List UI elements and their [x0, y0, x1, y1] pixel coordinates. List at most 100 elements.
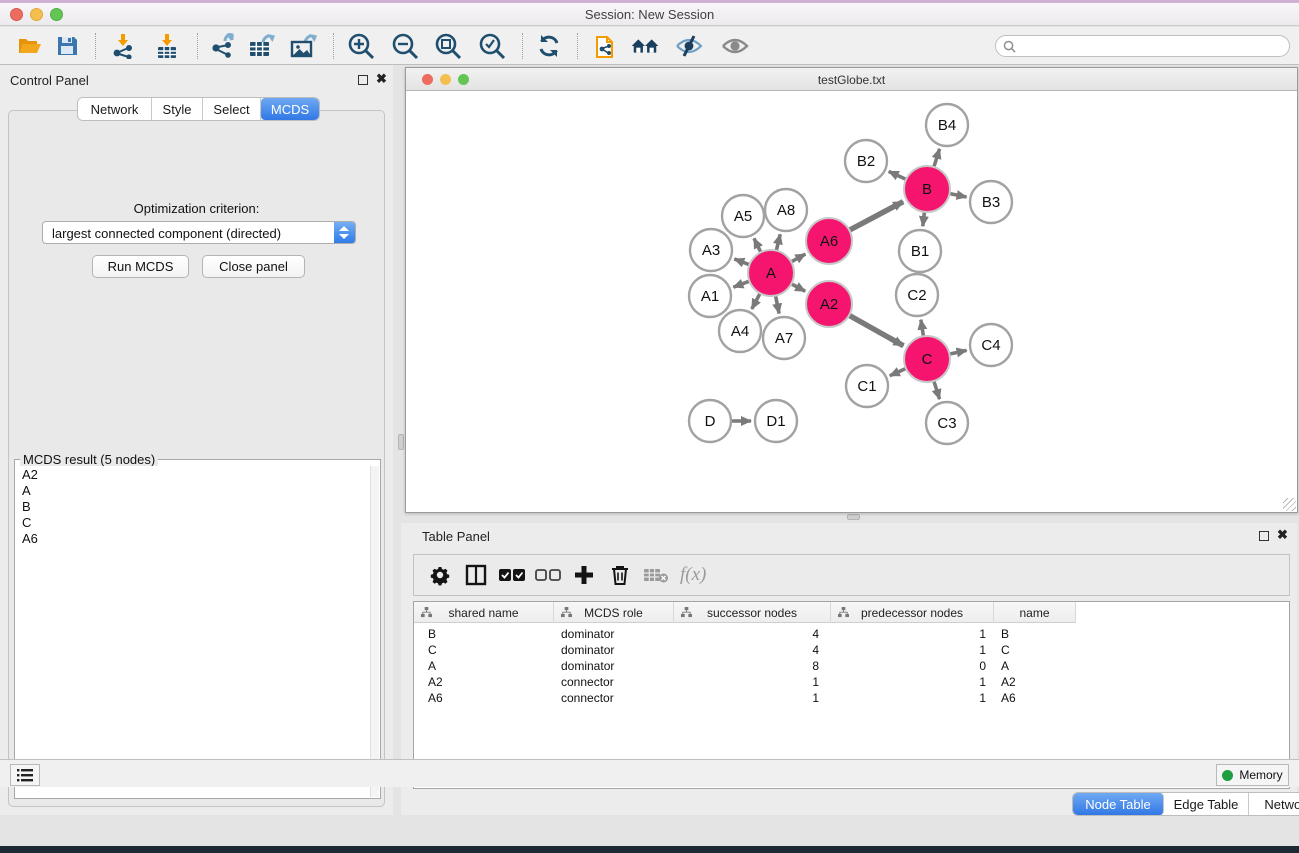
table-cell: A — [428, 658, 548, 674]
float-panel-icon[interactable] — [358, 75, 368, 85]
graph-node-A8[interactable]: A8 — [765, 189, 807, 231]
graph-node-A6[interactable]: A6 — [806, 218, 852, 264]
graph-node-A[interactable]: A — [748, 250, 794, 296]
zoom-in-icon[interactable] — [346, 32, 376, 60]
graph-node-C2[interactable]: C2 — [896, 274, 938, 316]
tab-mcds[interactable]: MCDS — [261, 98, 319, 120]
table-row[interactable]: Cdominator41C — [414, 642, 1289, 658]
network-view-window: testGlobe.txt B4B2BB3A5A8A3A6AA1A2C2A4A7… — [405, 67, 1298, 513]
mcds-result-item[interactable]: A — [16, 482, 371, 498]
zoom-fit-icon[interactable] — [433, 32, 463, 60]
graph-node-C1[interactable]: C1 — [846, 365, 888, 407]
export-image-icon[interactable] — [289, 32, 319, 60]
table-toolbar: f(x) — [413, 554, 1290, 596]
desktop-horizontal-scroll-thumb[interactable] — [847, 514, 860, 520]
search-input[interactable] — [1022, 37, 1282, 55]
table-cell: 1 — [831, 674, 986, 690]
column-header-mcds-role[interactable]: MCDS role — [554, 602, 674, 623]
network-from-file-icon[interactable] — [592, 32, 622, 60]
tab-network[interactable]: Network — [78, 98, 152, 120]
graph-node-A1[interactable]: A1 — [689, 275, 731, 317]
tab-edge-table[interactable]: Edge Table — [1164, 793, 1249, 815]
graph-node-A4[interactable]: A4 — [719, 310, 761, 352]
tab-style[interactable]: Style — [152, 98, 203, 120]
memory-button[interactable]: Memory — [1216, 764, 1289, 786]
column-header-shared-name[interactable]: shared name — [414, 602, 554, 623]
window-title: Session: New Session — [0, 7, 1299, 22]
graph-node-label: D — [705, 413, 716, 430]
unselect-all-icon[interactable] — [530, 560, 566, 590]
mcds-result-item[interactable]: A2 — [16, 466, 371, 482]
table-cell: A6 — [428, 690, 548, 706]
table-cell: 1 — [674, 690, 819, 706]
graph-node-A5[interactable]: A5 — [722, 195, 764, 237]
desktop-vertical-scroll-thumb[interactable] — [398, 434, 404, 450]
hide-eye-icon[interactable] — [674, 32, 704, 60]
home-icon[interactable] — [630, 32, 660, 60]
zoom-out-icon[interactable] — [390, 32, 420, 60]
graph-node-A2[interactable]: A2 — [806, 281, 852, 327]
export-table-icon[interactable] — [247, 32, 277, 60]
graph-node-D[interactable]: D — [689, 400, 731, 442]
table-row[interactable]: Adominator80A — [414, 658, 1289, 674]
table-cell: B — [428, 626, 548, 642]
graph-node-C3[interactable]: C3 — [926, 402, 968, 444]
table-close-icon[interactable]: ✖ — [1277, 527, 1288, 543]
run-mcds-button[interactable]: Run MCDS — [92, 255, 189, 278]
graph-node-B1[interactable]: B1 — [899, 230, 941, 272]
save-session-icon[interactable] — [52, 32, 82, 60]
refresh-icon[interactable] — [534, 32, 564, 60]
import-network-icon[interactable] — [108, 32, 138, 60]
graph-node-B[interactable]: B — [904, 166, 950, 212]
zoom-selected-icon[interactable] — [477, 32, 507, 60]
table-cell: A2 — [428, 674, 548, 690]
column-header-predecessor-nodes[interactable]: predecessor nodes — [831, 602, 994, 623]
table-float-icon[interactable] — [1259, 531, 1269, 541]
select-all-icon[interactable] — [494, 560, 530, 590]
import-table-icon[interactable] — [152, 32, 182, 60]
graph-node-D1[interactable]: D1 — [755, 400, 797, 442]
table-row[interactable]: Bdominator41B — [414, 626, 1289, 642]
mcds-list-scrollbar[interactable] — [370, 466, 379, 797]
mcds-result-item[interactable]: B — [16, 498, 371, 514]
mcds-result-item[interactable]: A6 — [16, 530, 371, 546]
graph-node-C4[interactable]: C4 — [970, 324, 1012, 366]
search-field[interactable] — [995, 35, 1290, 57]
close-panel-button[interactable]: Close panel — [202, 255, 305, 278]
column-header-name[interactable]: name — [994, 602, 1076, 623]
mcds-result-item[interactable]: C — [16, 514, 371, 530]
graph-node-B3[interactable]: B3 — [970, 181, 1012, 223]
graph-node-B2[interactable]: B2 — [845, 140, 887, 182]
control-panel: Control Panel ✖ Network Style Select MCD… — [0, 65, 393, 815]
network-canvas[interactable]: B4 B2 B B3 A5A8 A3 A6 A A1 A2 C2 A4A7 C4 C C1 C3 D D1 B1 — [406, 92, 1297, 512]
add-column-icon[interactable] — [566, 560, 602, 590]
settings-gear-icon[interactable] — [422, 560, 458, 590]
column-header-successor-nodes[interactable]: successor nodes — [674, 602, 831, 623]
application-window: Session: New Session — [0, 3, 1299, 846]
graph-node-A7[interactable]: A7 — [763, 317, 805, 359]
control-panel-title: Control Panel — [10, 73, 89, 88]
table-cell: connector — [561, 690, 668, 706]
graph-node-B4[interactable]: B4 — [926, 104, 968, 146]
graph-node-A3[interactable]: A3 — [690, 229, 732, 271]
graph-node-label: A6 — [820, 233, 838, 250]
open-session-icon[interactable] — [15, 32, 45, 60]
tab-network-table[interactable]: Network Table — [1249, 793, 1299, 815]
graph-node-C[interactable]: C — [904, 336, 950, 382]
task-history-button[interactable] — [10, 764, 40, 786]
export-network-icon[interactable] — [207, 32, 237, 60]
tab-select[interactable]: Select — [203, 98, 261, 120]
split-panel-icon[interactable] — [458, 560, 494, 590]
toolbar-separator — [197, 33, 198, 59]
table-row[interactable]: A6connector11A6 — [414, 690, 1289, 706]
graph-node-label: A2 — [820, 296, 838, 313]
tab-node-table[interactable]: Node Table — [1073, 793, 1164, 815]
table-cell: A6 — [1001, 690, 1071, 706]
table-row[interactable]: A2connector11A2 — [414, 674, 1289, 690]
graph-node-label: D1 — [766, 413, 785, 430]
show-eye-icon[interactable] — [720, 32, 750, 60]
close-panel-icon[interactable]: ✖ — [376, 71, 387, 87]
criterion-dropdown[interactable]: largest connected component (directed) — [42, 221, 356, 244]
delete-column-icon[interactable] — [602, 560, 638, 590]
resize-grip-icon[interactable] — [1283, 498, 1296, 511]
